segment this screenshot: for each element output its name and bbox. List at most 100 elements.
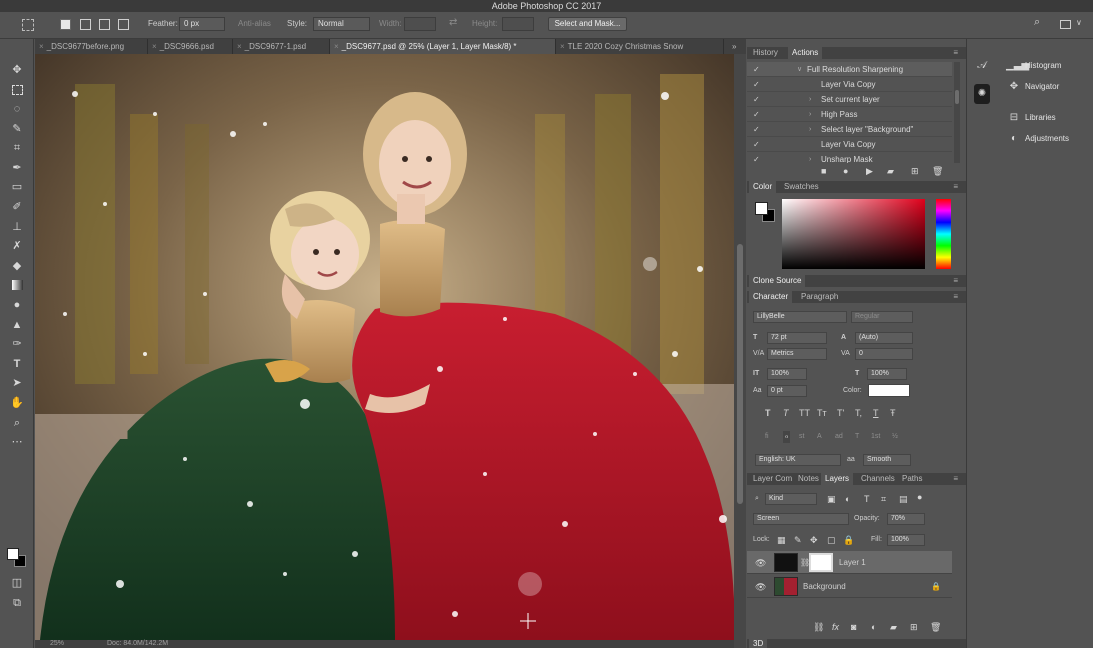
layer-row[interactable]: 👁 Background 🔒 [747,575,952,598]
height-input[interactable] [502,17,534,31]
lock-pixels-icon[interactable]: ✎ [794,534,802,546]
faux-bold-icon[interactable]: T [765,407,771,419]
superscript-ordinal-icon[interactable]: 1st [871,431,880,443]
path-selection-tool-icon[interactable]: ➤ [9,375,25,391]
adjustments-icon[interactable]: ◐ [1006,129,1022,149]
antialias-select[interactable]: Smooth [863,454,911,466]
histogram-panel-button[interactable]: Histogram [1025,56,1061,76]
action-item[interactable]: ✓ Layer Via Copy [747,77,952,92]
select-and-mask-button[interactable]: Select and Mask... [548,17,627,31]
add-mask-icon[interactable]: ◙ [851,621,856,633]
stylistic-alternates-icon[interactable]: A [817,431,822,443]
close-icon[interactable]: × [39,42,44,51]
small-caps-icon[interactable]: Tт [817,407,827,419]
font-size-input[interactable]: 72 pt [767,332,827,344]
text-color-swatch[interactable] [868,384,910,397]
action-item[interactable]: ✓ › Unsharp Mask [747,152,952,163]
more-tabs-icon[interactable]: » [732,39,736,54]
tab-color[interactable]: Color [749,181,777,193]
new-layer-icon[interactable]: ⊞ [910,621,918,633]
intersect-selection-icon[interactable] [118,19,129,30]
doc-tab[interactable]: × _DSC9677-1.psd [233,39,330,54]
tab-layer-comps[interactable]: Layer Com [749,473,796,485]
panel-menu-icon[interactable]: ≡ [949,181,962,193]
subtract-selection-icon[interactable] [99,19,110,30]
panel-menu-icon[interactable]: ≡ [949,473,962,485]
check-icon[interactable]: ✓ [753,122,760,137]
faux-italic-icon[interactable]: T [783,407,789,419]
libraries-icon[interactable]: ⊟ [1006,108,1022,128]
doc-tab[interactable]: × TLE 2020 Cozy Christmas Snow [556,39,724,54]
layer-name[interactable]: Layer 1 [839,557,866,569]
play-icon[interactable]: ▶ [866,165,873,177]
filter-type-icon[interactable]: T [864,493,870,505]
navigator-icon[interactable]: ✥ [1006,77,1022,97]
expand-icon[interactable]: › [809,152,811,163]
layer-row-selected[interactable]: 👁 ⛓ Layer 1 [747,551,952,574]
character-styles-icon[interactable]: 𝒜 [974,56,990,76]
ligature-icon[interactable]: fi [765,431,769,443]
subscript-icon[interactable]: T, [855,407,862,419]
baseline-shift-input[interactable]: 0 pt [767,385,807,397]
swap-dimensions-icon[interactable]: ⇄ [449,17,457,29]
opacity-input[interactable]: 70% [887,513,925,525]
tab-clone-source[interactable]: Clone Source [749,275,806,287]
tab-paragraph[interactable]: Paragraph [797,291,842,303]
action-item[interactable]: ✓ ∨ Full Resolution Sharpening [747,62,952,77]
eraser-tool-icon[interactable]: ◆ [9,258,25,274]
width-input[interactable] [404,17,436,31]
gradient-tool-icon[interactable] [9,277,25,293]
swash-icon[interactable]: st [799,431,804,443]
tab-channels[interactable]: Channels [857,473,899,485]
tab-history[interactable]: History [749,47,782,59]
filter-adjustment-icon[interactable]: ◐ [845,493,850,505]
screen-mode-icon[interactable]: ⧉ [9,595,25,611]
close-icon[interactable]: × [560,42,565,51]
expand-icon[interactable]: › [809,107,811,122]
filter-toggle-icon[interactable]: ● [917,491,922,503]
new-adjustment-icon[interactable]: ◐ [871,621,876,633]
layer-thumbnail[interactable] [774,553,798,572]
all-caps-icon[interactable]: TT [799,407,810,419]
lock-artboard-icon[interactable]: ▢ [827,534,836,546]
dodge-tool-icon[interactable]: ▲ [9,317,25,333]
kerning-select[interactable]: Metrics [767,348,827,360]
expand-icon[interactable]: ∨ [797,62,802,77]
close-icon[interactable]: × [152,42,157,51]
font-family-select[interactable]: LillyBelle [753,311,847,323]
new-group-icon[interactable]: ▰ [890,621,897,633]
doc-tab[interactable]: × _DSC9677before.png [35,39,148,54]
workspace-chevron-icon[interactable]: ∨ [1076,17,1082,29]
layer-mask-thumbnail[interactable] [809,553,833,572]
doc-tab[interactable]: × _DSC9666.psd [148,39,233,54]
fill-input[interactable]: 100% [887,534,925,546]
record-icon[interactable]: ● [843,165,848,177]
eyedropper-tool-icon[interactable]: ✒ [9,160,25,176]
feather-input[interactable]: 0 px [179,17,225,31]
tab-swatches[interactable]: Swatches [780,181,823,193]
zoom-tool-icon[interactable]: ⌕ [9,415,25,431]
check-icon[interactable]: ✓ [753,77,760,92]
spot-healing-tool-icon[interactable]: ▭ [9,179,25,195]
filter-shape-icon[interactable]: ⌗ [881,493,886,505]
ordinals-icon[interactable]: T [855,431,859,443]
tab-paths[interactable]: Paths [898,473,926,485]
navigator-panel-button[interactable]: Navigator [1025,77,1059,97]
expand-icon[interactable]: › [809,122,811,137]
vertical-scale-input[interactable]: 100% [767,368,807,380]
new-set-icon[interactable]: ▰ [887,165,894,177]
horizontal-scale-input[interactable]: 100% [867,368,907,380]
eye-icon[interactable]: 👁 [755,581,766,593]
tab-3d[interactable]: 3D [749,639,768,648]
check-icon[interactable]: ✓ [753,62,760,77]
search-icon[interactable]: ⌕ [1034,16,1040,28]
action-item[interactable]: ✓ › Set current layer [747,92,952,107]
fx-icon[interactable]: fx [832,621,839,633]
delete-layer-icon[interactable]: 🗑 [930,621,941,633]
tab-actions[interactable]: Actions [788,47,823,59]
check-icon[interactable]: ✓ [753,152,760,163]
hue-slider[interactable] [936,199,951,269]
stop-icon[interactable]: ■ [821,165,826,177]
lock-all-icon[interactable]: 🔒 [843,534,854,546]
discretionary-ligature-icon[interactable]: ℴ [783,431,791,443]
